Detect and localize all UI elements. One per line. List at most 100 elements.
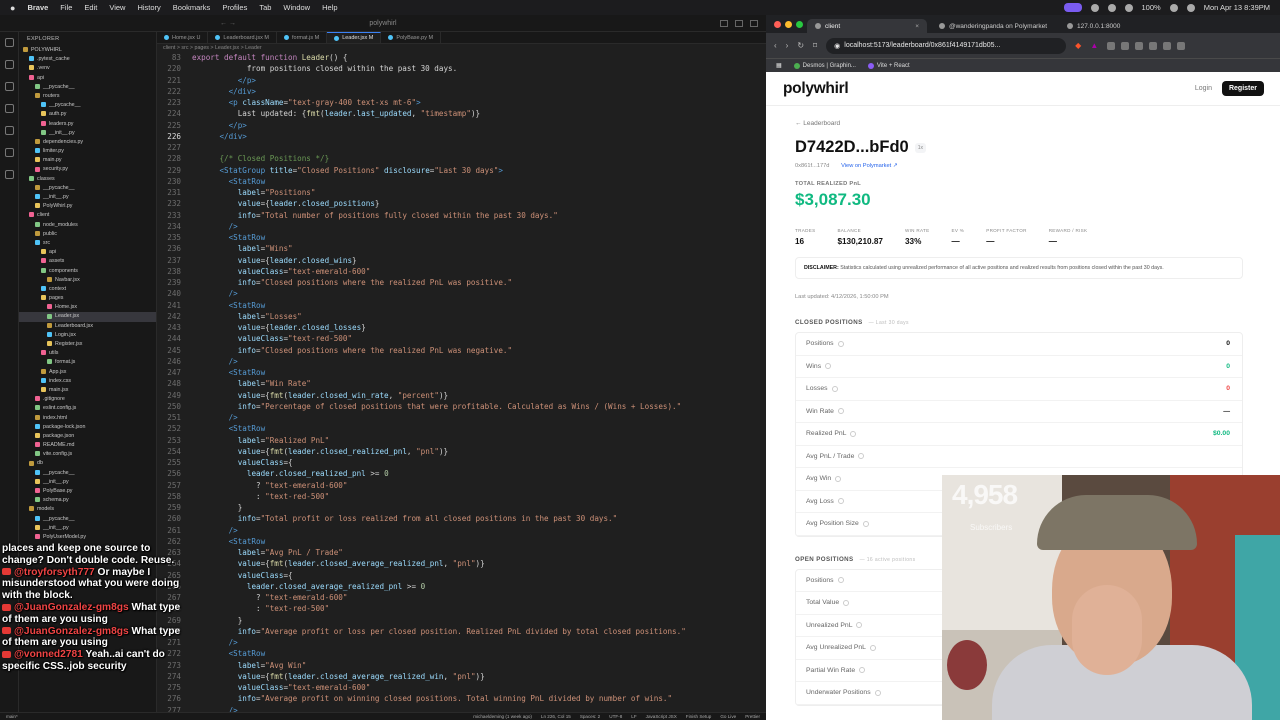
tree-item[interactable]: .gitignore	[19, 395, 156, 404]
info-icon[interactable]	[843, 599, 850, 606]
code-line[interactable]: />	[192, 222, 238, 231]
code-line[interactable]: <StatRow	[192, 233, 266, 242]
tree-item[interactable]: models	[19, 505, 156, 514]
tree-item[interactable]: POLYWHIRL	[19, 46, 156, 55]
tree-item[interactable]: PolyUserModel.py	[19, 533, 156, 542]
tree-item[interactable]: leaders.py	[19, 120, 156, 129]
menu-file[interactable]: File	[60, 3, 72, 12]
bookmark-desmos[interactable]: Desmos | Graphin...	[793, 62, 856, 69]
code-line[interactable]: </div>	[192, 132, 246, 141]
tree-item[interactable]: PolyWhirl.py	[19, 202, 156, 211]
remote-icon[interactable]	[4, 170, 14, 179]
copy-badge[interactable]: 1x	[914, 142, 926, 153]
site-info-icon[interactable]: ◉	[834, 42, 840, 50]
search-icon[interactable]	[1186, 3, 1195, 12]
code-line[interactable]: <StatGroup title="Closed Positions" disc…	[192, 166, 503, 175]
info-icon[interactable]	[850, 430, 857, 437]
extension-icon[interactable]	[1121, 41, 1130, 50]
code-line[interactable]: valueClass="text-red-500"	[192, 334, 352, 343]
code-line[interactable]: label="Avg PnL / Trade"	[192, 548, 343, 557]
info-icon[interactable]	[874, 689, 881, 696]
tree-item[interactable]: Navbar.jsx	[19, 276, 156, 285]
code-line[interactable]: info="Total number of positions fully cl…	[192, 211, 558, 220]
login-link[interactable]: Login	[1195, 85, 1212, 92]
tree-item[interactable]: assets	[19, 257, 156, 266]
info-icon[interactable]	[856, 622, 863, 629]
code-line[interactable]: info="Closed positions where the realize…	[192, 278, 512, 287]
sidebar-icon[interactable]	[1149, 41, 1158, 50]
tree-item[interactable]: src	[19, 239, 156, 248]
tree-item[interactable]: __init__.py	[19, 478, 156, 487]
code-line[interactable]: <StatRow	[192, 301, 266, 310]
vscode-title[interactable]: polywhirl	[369, 20, 396, 27]
code-line[interactable]: value={leader.closed_wins}	[192, 256, 357, 265]
status-icon-1[interactable]	[1090, 3, 1099, 12]
code-line[interactable]: info="Average profit or loss per closed …	[192, 627, 686, 636]
menu-bookmarks[interactable]: Bookmarks	[173, 3, 211, 12]
tree-item[interactable]: pages	[19, 294, 156, 303]
editor-tab[interactable]: Leaderboard.jsx M	[208, 32, 277, 43]
menu-profiles[interactable]: Profiles	[222, 3, 247, 12]
line-ending[interactable]: LF	[631, 714, 636, 719]
run-debug-icon[interactable]	[4, 104, 14, 113]
go-live[interactable]: Go Live	[720, 714, 736, 719]
tree-item[interactable]: __init__.py	[19, 129, 156, 138]
recording-icon[interactable]	[1063, 3, 1082, 12]
info-icon[interactable]	[837, 577, 844, 584]
code-line[interactable]: value={fmt(leader.closed_average_realize…	[192, 672, 485, 681]
menu-tab[interactable]: Tab	[259, 3, 271, 12]
info-icon[interactable]	[835, 475, 842, 482]
tree-item[interactable]: Leaderboard.jsx	[19, 322, 156, 331]
code-line[interactable]: value={fmt(leader.closed_win_rate, "perc…	[192, 391, 448, 400]
code-line[interactable]: valueClass="text-emerald-600"	[192, 683, 371, 692]
code-line[interactable]: info="Total profit or loss realized from…	[192, 514, 617, 523]
tree-item[interactable]: .venv	[19, 64, 156, 73]
tree-item[interactable]: limiter.py	[19, 147, 156, 156]
apple-icon[interactable]: ●	[10, 3, 15, 13]
code-line[interactable]: <StatRow	[192, 424, 266, 433]
code-line[interactable]: valueClass={	[192, 571, 293, 580]
language-mode[interactable]: JavaScript JSX	[646, 714, 677, 719]
info-icon[interactable]	[831, 385, 838, 392]
code-line[interactable]: export default function Leader() {	[192, 53, 347, 62]
code-line[interactable]: />	[192, 526, 238, 535]
site-logo[interactable]: polywhirl	[783, 80, 849, 98]
info-icon[interactable]	[859, 667, 866, 674]
info-icon[interactable]	[837, 408, 844, 415]
menu-edit[interactable]: Edit	[84, 3, 97, 12]
tree-item[interactable]: node_modules	[19, 221, 156, 230]
url-bar[interactable]: ◉ localhost:5173/leaderboard/0x861f41491…	[826, 37, 1067, 54]
tree-item[interactable]: App.jsx	[19, 368, 156, 377]
reload-icon[interactable]: ↻	[797, 41, 804, 50]
code-line[interactable]: : "text-red-500"	[192, 604, 329, 613]
code-line[interactable]: value={fmt(leader.closed_average_realize…	[192, 559, 485, 568]
search-icon[interactable]	[4, 60, 14, 69]
tree-item[interactable]: vite.config.js	[19, 450, 156, 459]
tree-item[interactable]: components	[19, 267, 156, 276]
code-line[interactable]: label="Realized PnL"	[192, 436, 329, 445]
code-line[interactable]: ? "text-emerald-600"	[192, 481, 347, 490]
info-icon[interactable]	[869, 644, 876, 651]
code-line[interactable]: value={leader.closed_losses}	[192, 323, 366, 332]
wifi-icon[interactable]	[1124, 3, 1133, 12]
tree-item[interactable]: package-lock.json	[19, 423, 156, 432]
code-line[interactable]: />	[192, 638, 238, 647]
info-icon[interactable]	[825, 363, 832, 370]
browser-tab[interactable]: @wanderingpanda on Polymarket	[931, 19, 1055, 33]
code-line[interactable]: <StatRow	[192, 177, 266, 186]
tree-item[interactable]: client	[19, 211, 156, 220]
menu-app-name[interactable]: Brave	[27, 3, 48, 12]
tree-item[interactable]: package.json	[19, 432, 156, 441]
tree-item[interactable]: __pycache__	[19, 515, 156, 524]
url-text[interactable]: localhost:5173/leaderboard/0x861f4149171…	[844, 42, 1000, 49]
extensions-icon[interactable]	[4, 126, 14, 135]
code-line[interactable]: : "text-red-500"	[192, 492, 329, 501]
info-icon[interactable]	[837, 498, 844, 505]
tree-item[interactable]: schema.py	[19, 496, 156, 505]
code-line[interactable]: />	[192, 357, 238, 366]
tree-item[interactable]: dependencies.py	[19, 138, 156, 147]
code-line[interactable]: label="Wins"	[192, 244, 293, 253]
cursor-position[interactable]: Ln 226, Col 15	[541, 714, 571, 719]
editor-tab[interactable]: format.js M	[277, 32, 328, 43]
extension-icon[interactable]	[1135, 41, 1144, 50]
